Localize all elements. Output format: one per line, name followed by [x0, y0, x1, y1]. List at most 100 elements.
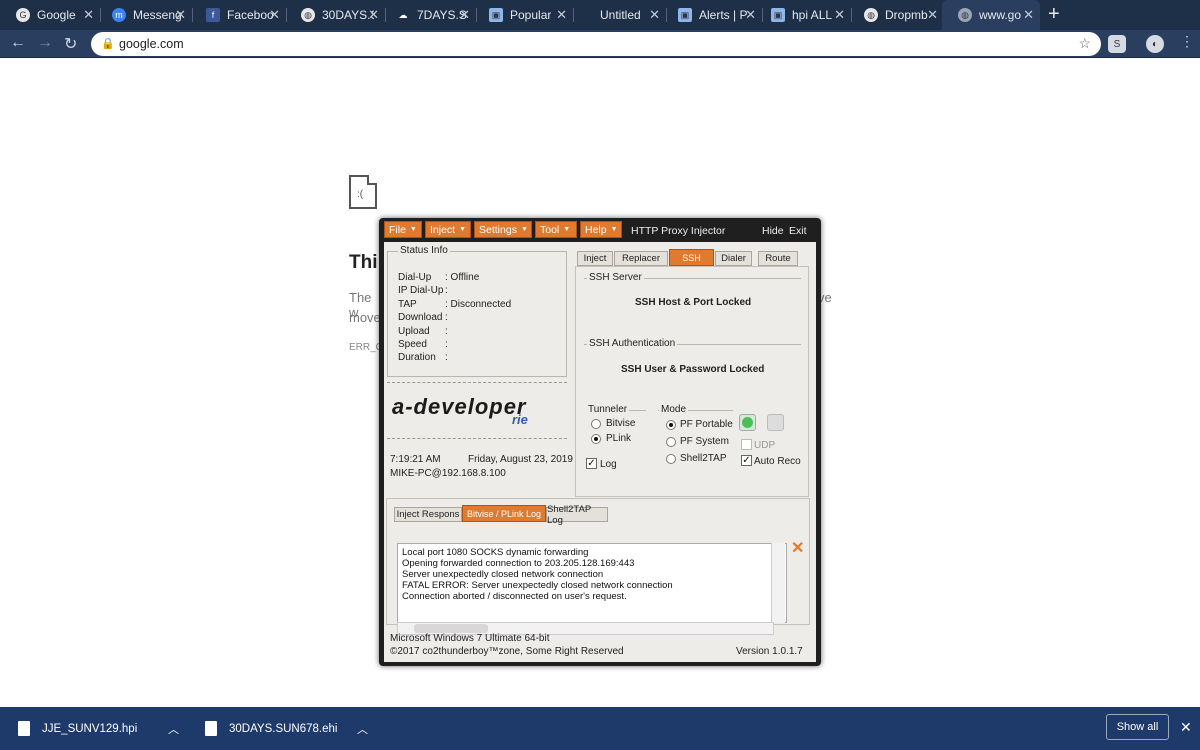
url-text[interactable]: google.com [119, 37, 184, 51]
status-label: IP Dial-Up [398, 285, 444, 296]
tab-alerts[interactable]: ▣ Alerts | P ✕ [662, 0, 763, 30]
close-tab-icon[interactable]: ✕ [834, 7, 845, 23]
dropdown-arrow-icon: ▼ [610, 226, 618, 233]
status-label: Download [398, 312, 443, 323]
close-tab-icon[interactable]: ✕ [649, 7, 660, 23]
tab-dialer[interactable]: Dialer [715, 251, 752, 266]
status-value: : [445, 326, 448, 337]
tab-facebook[interactable]: f Faceboo ✕ [190, 0, 287, 30]
globe-icon: ◍ [864, 8, 878, 22]
browser-toolbar: ← → ↻ 🔒 google.com ☆ S ◐ ⋮ [0, 30, 1200, 58]
ssh-server-heading: SSH Server [587, 272, 644, 283]
tab-ssh[interactable]: SSH [669, 249, 714, 266]
auto-reco-checkbox[interactable]: ✓ [741, 455, 752, 466]
hide-button[interactable]: Hide [762, 225, 784, 237]
menu-tool[interactable]: Tool ▼ [535, 221, 577, 238]
menu-inject[interactable]: Inject ▼ [425, 221, 471, 238]
menu-help[interactable]: Help ▼ [580, 221, 622, 238]
star-icon[interactable]: ☆ [1078, 35, 1091, 52]
log-line: Local port 1080 SOCKS dynamic forwarding [402, 547, 589, 558]
back-icon[interactable]: ← [10, 34, 26, 52]
menu-settings[interactable]: Settings ▼ [474, 221, 532, 238]
pf-portable-radio[interactable] [666, 420, 676, 430]
download-item[interactable]: JJE_SUNV129.hpi ︿ [18, 707, 188, 750]
tab-bitvise-plink-log[interactable]: Bitvise / PLink Log [462, 505, 546, 522]
chevron-up-icon[interactable]: ︿ [168, 721, 179, 737]
version-text: Version 1.0.1.7 [736, 646, 803, 657]
tab-inject[interactable]: Inject [577, 251, 613, 266]
ssh-auth-heading: SSH Authentication [587, 338, 678, 349]
status-label: TAP [398, 299, 417, 310]
status-value: : Offline [445, 272, 480, 283]
pf-portable-label: PF Portable [680, 419, 733, 430]
close-icon[interactable]: ✕ [1180, 719, 1192, 736]
error-text: move [349, 310, 381, 325]
developer-logo: a-developer [392, 394, 527, 419]
scroll-thumb[interactable] [414, 624, 488, 633]
clock-time: 7:19:21 AM [390, 454, 441, 465]
profile-icon[interactable]: ◐ [1146, 35, 1164, 53]
close-tab-icon[interactable]: ✕ [269, 7, 280, 23]
vertical-scrollbar[interactable] [771, 543, 785, 623]
dropdown-arrow-icon: ▼ [520, 226, 528, 233]
tab-replacer[interactable]: Replacer [614, 251, 668, 266]
messenger-icon: m [112, 8, 126, 22]
plink-radio[interactable] [591, 434, 601, 444]
tab-shell2tap-log[interactable]: Shell2TAP Log [546, 504, 608, 526]
globe-icon: ◍ [958, 8, 972, 22]
close-tab-icon[interactable]: ✕ [1023, 7, 1034, 23]
log-line: Connection aborted / disconnected on use… [402, 591, 627, 602]
new-tab-icon[interactable]: + [1048, 3, 1060, 26]
ssh-auth-locked-text: SSH User & Password Locked [621, 364, 765, 375]
log-line: Server unexpectedly closed network conne… [402, 569, 604, 580]
address-bar[interactable]: 🔒 google.com ☆ [91, 32, 1101, 56]
tab-popular[interactable]: ▣ Popular ✕ [473, 0, 574, 30]
tab-inject-response[interactable]: Inject Respons [394, 507, 462, 522]
clock-date: Friday, August 23, 2019 [468, 454, 573, 465]
menu-icon[interactable]: ⋮ [1180, 33, 1194, 50]
shell2tap-radio[interactable] [666, 454, 676, 464]
tab-dropmb[interactable]: ◍ Dropmb ✕ [848, 0, 945, 30]
exit-button[interactable]: Exit [789, 225, 807, 237]
close-tab-icon[interactable]: ✕ [368, 7, 379, 23]
forward-icon[interactable]: → [37, 34, 53, 52]
chevron-up-icon[interactable]: ︿ [357, 721, 368, 737]
close-tab-icon[interactable]: ✕ [927, 7, 938, 23]
download-filename: 30DAYS.SUN678.ehi [229, 722, 338, 735]
status-value: : [445, 352, 448, 363]
cloud-icon: ☁ [398, 9, 408, 20]
tab-7days[interactable]: ☁ 7DAYS.S ✕ [380, 0, 477, 30]
pf-system-radio[interactable] [666, 437, 676, 447]
mode-heading: Mode [659, 404, 689, 415]
play-icon[interactable] [739, 414, 756, 431]
tab-untitled[interactable]: Untitled ✕ [570, 0, 667, 30]
download-item[interactable]: 30DAYS.SUN678.ehi ︿ [205, 707, 375, 750]
stop-icon[interactable] [767, 414, 784, 431]
log-label: Log [600, 459, 617, 470]
udp-checkbox[interactable] [741, 439, 752, 450]
show-all-button[interactable]: Show all [1106, 714, 1169, 740]
status-label: Upload [398, 326, 430, 337]
log-output[interactable]: Local port 1080 SOCKS dynamic forwarding… [397, 543, 787, 623]
status-value: : [445, 339, 448, 350]
tunneler-heading: Tunneler [586, 404, 630, 415]
log-checkbox[interactable]: ✓ [586, 458, 597, 469]
close-tab-icon[interactable]: ✕ [175, 7, 186, 23]
tab-messenger[interactable]: m Messeng ✕ [96, 0, 193, 30]
close-tab-icon[interactable]: ✕ [459, 7, 470, 23]
tab-google[interactable]: G Google ✕ [0, 0, 101, 30]
menu-file[interactable]: File ▼ [384, 221, 422, 238]
clear-log-icon[interactable]: ✕ [791, 541, 806, 557]
bitvise-radio[interactable] [591, 419, 601, 429]
status-label: Speed [398, 339, 427, 350]
app-icon: ▣ [489, 8, 503, 22]
close-tab-icon[interactable]: ✕ [83, 7, 94, 23]
reload-icon[interactable]: ↻ [64, 34, 77, 54]
log-line: Opening forwarded connection to 203.205.… [402, 558, 635, 569]
tab-route[interactable]: Route [758, 251, 798, 266]
tab-hpi[interactable]: ▣ hpi ALL ✕ [755, 0, 852, 30]
close-tab-icon[interactable]: ✕ [556, 7, 567, 23]
tab-www-google[interactable]: ◍ www.go ✕ [942, 0, 1040, 30]
extension-icon[interactable]: S [1108, 35, 1126, 53]
tab-30days[interactable]: ◍ 30DAYS.S ✕ [285, 0, 386, 30]
